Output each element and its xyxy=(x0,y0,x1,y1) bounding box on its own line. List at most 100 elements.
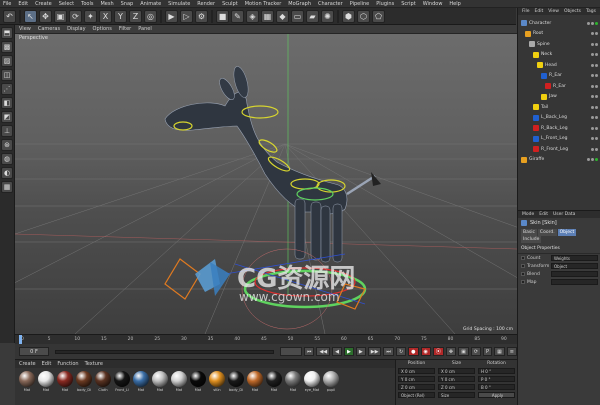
object-row-head[interactable]: Head xyxy=(537,61,600,69)
attribute-tab-include[interactable]: Include xyxy=(521,236,542,243)
menu-item-pipeline[interactable]: Pipeline xyxy=(350,1,370,7)
visibility-dot[interactable] xyxy=(595,126,598,130)
object-visibility-dots[interactable] xyxy=(591,126,598,130)
object-menu-edit[interactable]: Edit xyxy=(535,9,544,14)
x-axis-icon[interactable]: X xyxy=(99,9,112,23)
visibility-dot[interactable] xyxy=(591,21,594,25)
loop-icon[interactable]: ↻ xyxy=(395,347,407,356)
visibility-dot[interactable] xyxy=(595,147,598,151)
menu-item-motion-tracker[interactable]: Motion Tracker xyxy=(245,1,282,7)
object-visibility-dots[interactable] xyxy=(591,42,598,46)
visibility-dot[interactable] xyxy=(595,84,598,88)
giraffe-model[interactable] xyxy=(164,65,381,263)
object-visibility-dots[interactable] xyxy=(587,158,598,161)
visibility-dot[interactable] xyxy=(591,53,594,56)
menu-item-plugins[interactable]: Plugins xyxy=(376,1,394,7)
material-menu-texture[interactable]: Texture xyxy=(85,361,103,367)
visibility-dot[interactable] xyxy=(587,21,590,25)
coord-field[interactable]: Y 0 cm xyxy=(438,376,475,382)
coord-field[interactable]: Y 0 cm xyxy=(398,376,435,382)
object-visibility-dots[interactable] xyxy=(587,21,598,25)
viewport-menu-panel[interactable]: Panel xyxy=(138,26,152,32)
object-visibility-dots[interactable] xyxy=(591,74,598,77)
prev-key-icon[interactable]: ◀◀ xyxy=(316,347,331,356)
object-menu-tags[interactable]: Tags xyxy=(586,9,596,14)
menu-item-snap[interactable]: Snap xyxy=(121,1,134,7)
object-visibility-dots[interactable] xyxy=(591,105,598,109)
menu-item-tools[interactable]: Tools xyxy=(81,1,93,7)
camera-icon[interactable]: ▰ xyxy=(306,9,319,23)
material-swatch[interactable]: Mat xyxy=(285,371,301,392)
rotate-tool-icon[interactable]: ⟳ xyxy=(69,9,82,23)
render-settings-icon[interactable]: ⚙ xyxy=(195,9,208,23)
visibility-dot[interactable] xyxy=(591,32,594,35)
coord-field[interactable]: H 0 ° xyxy=(478,368,515,374)
attribute-menu-user-data[interactable]: User Data xyxy=(553,212,575,217)
attribute-checkbox[interactable] xyxy=(521,264,525,268)
make-editable-icon[interactable]: ⬒ xyxy=(1,27,13,39)
parameter-key-icon[interactable]: P xyxy=(483,347,493,356)
material-swatch[interactable]: Mat xyxy=(171,371,187,392)
object-row-root[interactable]: Root xyxy=(525,30,600,38)
grid-icon[interactable]: ▦ xyxy=(1,181,13,193)
object-row-spine[interactable]: Spine xyxy=(529,40,600,48)
magnet-icon[interactable]: ◍ xyxy=(1,153,13,165)
subdivision-icon[interactable]: ◈ xyxy=(246,9,259,23)
object-row-l-front-leg[interactable]: L_Front_Leg xyxy=(533,135,600,143)
object-row-character[interactable]: Character xyxy=(521,19,600,27)
coord-field[interactable]: Z 0 cm xyxy=(398,384,435,390)
visibility-dot[interactable] xyxy=(591,137,594,140)
material-swatch[interactable]: Mat xyxy=(133,371,149,392)
coord-mode-select[interactable]: Object (Rel) xyxy=(398,392,435,398)
viewport-menu-options[interactable]: Options xyxy=(93,26,112,32)
keyframe-selection-icon[interactable]: ⦿ xyxy=(432,347,444,356)
attribute-checkbox[interactable] xyxy=(521,272,525,276)
polygons-mode-icon[interactable]: ◩ xyxy=(1,111,13,123)
workplane-icon[interactable]: ◫ xyxy=(1,69,13,81)
frame-range-slider[interactable] xyxy=(55,349,274,354)
menu-item-edit[interactable]: Edit xyxy=(18,1,28,7)
material-swatch[interactable]: Mat xyxy=(57,371,73,392)
apply-button[interactable]: Apply xyxy=(478,392,515,398)
select-tool-icon[interactable]: ↖ xyxy=(24,9,37,23)
attribute-tab-coord[interactable]: Coord. xyxy=(537,229,557,236)
menu-item-select[interactable]: Select xyxy=(59,1,74,7)
object-row-giraffe[interactable]: Giraffe xyxy=(521,156,600,164)
attribute-value-field[interactable]: Object xyxy=(551,263,598,269)
menu-item-animate[interactable]: Animate xyxy=(140,1,161,7)
play-icon[interactable]: ▶ xyxy=(344,347,354,356)
visibility-dot[interactable] xyxy=(595,95,598,98)
object-menu-objects[interactable]: Objects xyxy=(564,9,581,14)
material-swatch[interactable]: Cloth xyxy=(95,371,111,392)
object-row-tail[interactable]: Tail xyxy=(533,103,600,111)
object-visibility-dots[interactable] xyxy=(591,137,598,140)
object-row-r-ear[interactable]: R_Ear xyxy=(541,72,600,80)
menu-item-character[interactable]: Character xyxy=(318,1,343,7)
light-icon[interactable]: ✺ xyxy=(321,9,334,23)
points-mode-icon[interactable]: ⋰ xyxy=(1,83,13,95)
visibility-dot[interactable] xyxy=(595,42,598,46)
attribute-value-field[interactable] xyxy=(551,271,598,277)
visibility-dot[interactable] xyxy=(591,158,594,161)
visibility-dot[interactable] xyxy=(595,74,598,77)
visibility-dot[interactable] xyxy=(595,53,598,56)
object-visibility-dots[interactable] xyxy=(591,63,598,67)
menu-item-help[interactable]: Help xyxy=(449,1,460,7)
visibility-dot[interactable] xyxy=(591,105,594,109)
cube-primitive-icon[interactable]: ■ xyxy=(216,9,229,23)
enabled-check-icon[interactable] xyxy=(595,158,598,161)
material-swatch[interactable]: sKin xyxy=(209,371,225,392)
attribute-checkbox[interactable] xyxy=(521,256,525,260)
menu-item-simulate[interactable]: Simulate xyxy=(168,1,190,7)
visibility-dot[interactable] xyxy=(591,42,594,46)
visibility-dot[interactable] xyxy=(595,116,598,119)
object-row-neck[interactable]: Neck xyxy=(533,51,600,59)
lock-workplane-icon[interactable]: ◐ xyxy=(1,167,13,179)
timeline-menu-icon[interactable]: ≡ xyxy=(506,347,517,356)
model-mode-icon[interactable]: ▩ xyxy=(1,41,13,53)
undo-icon[interactable]: ↶ xyxy=(3,9,16,23)
attribute-value-field[interactable]: Weights xyxy=(551,255,598,261)
material-menu-create[interactable]: Create xyxy=(19,361,36,367)
material-swatch[interactable]: Mat xyxy=(19,371,35,392)
position-key-icon[interactable]: ✥ xyxy=(445,347,457,356)
